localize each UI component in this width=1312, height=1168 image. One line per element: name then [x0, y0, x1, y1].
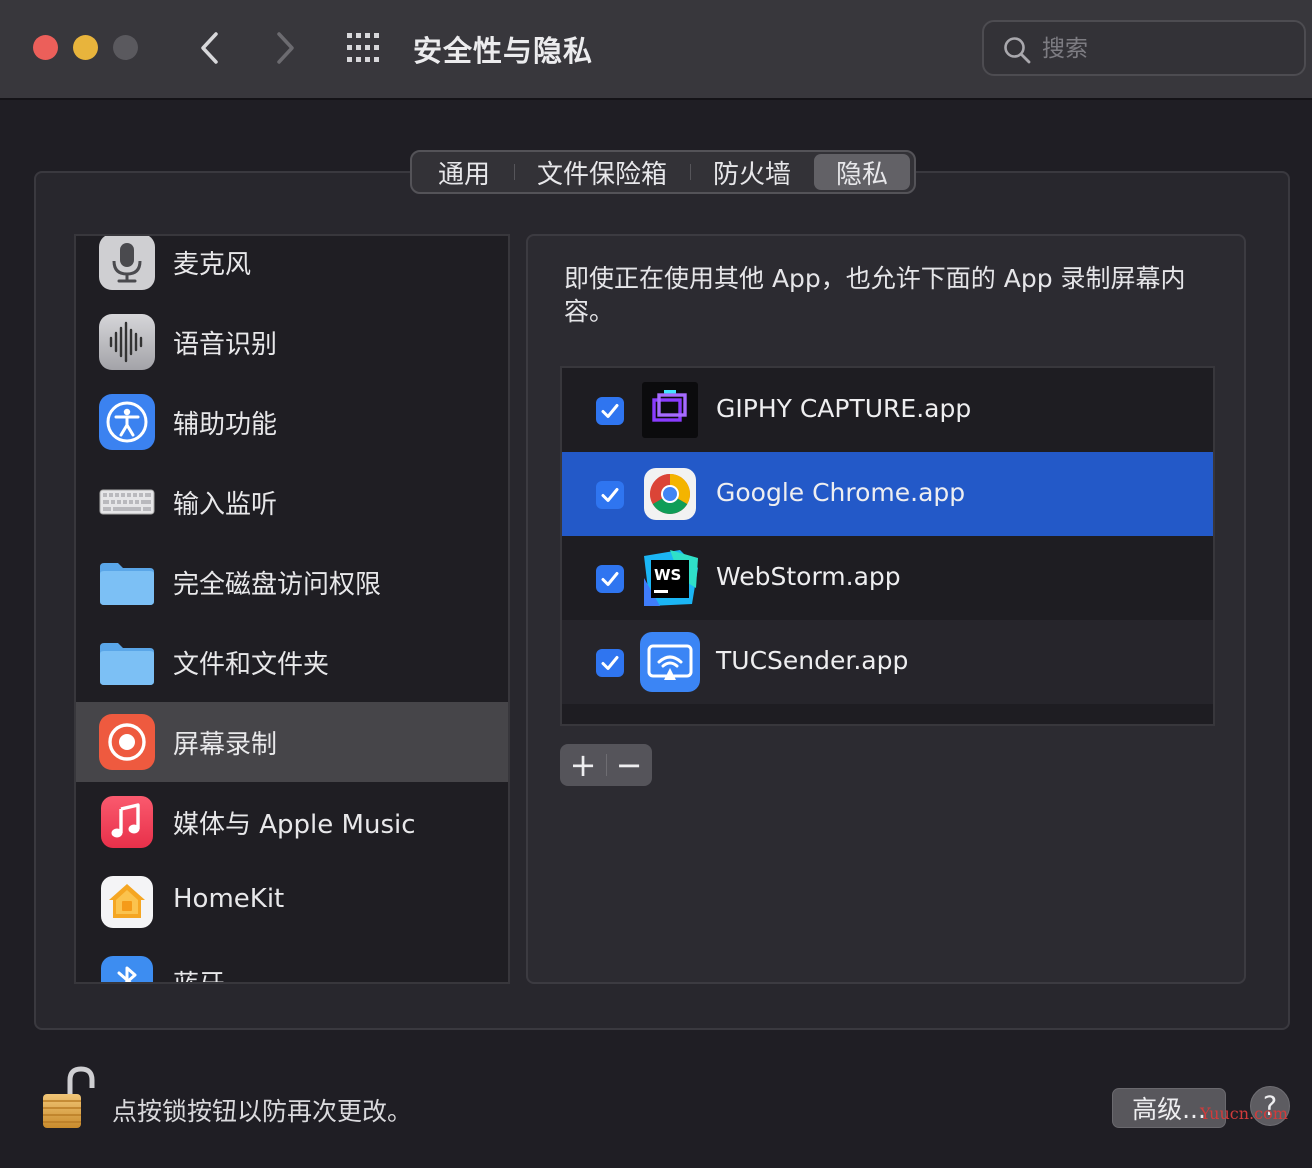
app-checkbox[interactable] — [596, 481, 624, 509]
sidebar-item-label: 文件和文件夹 — [173, 650, 330, 680]
app-icon — [640, 716, 700, 724]
grid-icon — [347, 33, 379, 62]
tab-general[interactable]: 通用 — [414, 154, 514, 190]
folder-icon — [98, 633, 156, 691]
app-name: Google Chrome.app — [716, 478, 966, 507]
music-icon — [98, 793, 156, 851]
sidebar-item-label: 屏幕录制 — [173, 730, 278, 760]
close-button[interactable] — [33, 35, 58, 60]
watermark: Yuucn.com — [1200, 1104, 1288, 1123]
preferences-window: 安全性与隐私 通用 文件保险箱 防火墙 隐私 — [0, 0, 1312, 1168]
screen-record-icon — [98, 713, 156, 771]
accessibility-icon — [98, 393, 156, 451]
folder-icon — [98, 553, 156, 611]
search-field[interactable] — [982, 20, 1306, 76]
sidebar-item-bluetooth[interactable]: 蓝牙 — [76, 942, 508, 982]
tucsender-icon — [640, 632, 700, 692]
minimize-button[interactable] — [73, 35, 98, 60]
app-name: GIPHY CAPTURE.app — [716, 394, 972, 423]
svg-text:WS: WS — [654, 566, 681, 584]
tab-bar: 通用 文件保险箱 防火墙 隐私 — [410, 150, 916, 194]
show-all-button[interactable] — [345, 31, 385, 65]
title-bar: 安全性与隐私 — [0, 0, 1312, 100]
add-app-button[interactable]: + — [560, 744, 606, 786]
sidebar-item-screen-recording[interactable]: 屏幕录制 — [76, 702, 508, 782]
forward-button[interactable] — [265, 26, 305, 70]
back-button[interactable] — [190, 26, 230, 70]
table-row[interactable]: TUCSender.app — [562, 620, 1213, 704]
unlocked-padlock-icon — [43, 1066, 95, 1128]
app-checkbox[interactable] — [596, 649, 624, 677]
table-row[interactable]: WS WebStorm.app — [562, 536, 1213, 620]
remove-app-button[interactable]: − — [606, 744, 652, 786]
screen-recording-panel: 即使正在使用其他 App，也允许下面的 App 录制屏幕内容。 GIPHY CA… — [526, 234, 1246, 984]
webstorm-icon: WS — [640, 548, 700, 608]
sidebar-item-accessibility[interactable]: 辅助功能 — [76, 382, 508, 462]
sidebar-item-label: 蓝牙 — [173, 964, 225, 982]
tab-filevault[interactable]: 文件保险箱 — [514, 154, 690, 190]
checkmark-icon — [601, 488, 619, 502]
table-row[interactable] — [562, 704, 1213, 724]
search-icon — [1004, 37, 1031, 64]
bluetooth-icon — [98, 953, 156, 982]
checkmark-icon — [601, 404, 619, 418]
table-row[interactable]: GIPHY CAPTURE.app — [562, 368, 1213, 452]
waveform-icon — [98, 313, 156, 371]
chevron-left-icon — [201, 32, 218, 64]
add-remove-buttons: + − — [560, 744, 652, 786]
sidebar-item-speech-recognition[interactable]: 语音识别 — [76, 302, 508, 382]
search-input[interactable] — [1042, 30, 1292, 68]
sidebar-item-microphone[interactable]: 麦克风 — [76, 236, 508, 302]
app-list[interactable]: GIPHY CAPTURE.app Google Chrome.app WS W… — [560, 366, 1215, 726]
checkmark-icon — [601, 572, 619, 586]
tab-firewall[interactable]: 防火墙 — [690, 154, 814, 190]
chrome-icon — [640, 464, 700, 524]
privacy-category-list[interactable]: 麦克风 语音识别 辅助功能 输入监听 完全磁盘访问权限 文件和文件夹 屏幕录制 … — [74, 234, 510, 984]
microphone-icon — [98, 236, 156, 291]
sidebar-item-label: 输入监听 — [173, 490, 278, 520]
screen-recording-description: 即使正在使用其他 App，也允许下面的 App 录制屏幕内容。 — [564, 264, 1186, 326]
chevron-right-icon — [277, 32, 294, 64]
checkmark-icon — [601, 656, 619, 670]
sidebar-item-label: 完全磁盘访问权限 — [173, 570, 382, 600]
lock-button[interactable] — [40, 1064, 96, 1132]
window-title: 安全性与隐私 — [413, 34, 594, 68]
sidebar-item-files-and-folders[interactable]: 文件和文件夹 — [76, 622, 508, 702]
sidebar-item-full-disk-access[interactable]: 完全磁盘访问权限 — [76, 542, 508, 622]
sidebar-item-label: HomeKit — [173, 884, 285, 914]
homekit-icon — [98, 873, 156, 931]
table-row[interactable]: Google Chrome.app — [562, 452, 1213, 536]
sidebar-item-label: 媒体与 Apple Music — [173, 810, 416, 840]
app-checkbox[interactable] — [596, 565, 624, 593]
keyboard-icon — [98, 473, 156, 531]
sidebar-item-media-apple-music[interactable]: 媒体与 Apple Music — [76, 782, 508, 862]
sidebar-item-label: 语音识别 — [173, 330, 278, 360]
zoom-button[interactable] — [113, 35, 138, 60]
lock-hint-text: 点按锁按钮以防再次更改。 — [112, 1097, 413, 1126]
giphy-capture-icon — [640, 380, 700, 440]
app-name: TUCSender.app — [716, 646, 909, 675]
app-checkbox[interactable] — [596, 397, 624, 425]
sidebar-item-label: 麦克风 — [173, 250, 252, 280]
sidebar-item-label: 辅助功能 — [173, 410, 278, 440]
sidebar-item-homekit[interactable]: HomeKit — [76, 862, 508, 942]
sidebar-item-input-monitoring[interactable]: 输入监听 — [76, 462, 508, 542]
app-name: WebStorm.app — [716, 562, 901, 591]
tab-privacy[interactable]: 隐私 — [814, 154, 910, 190]
